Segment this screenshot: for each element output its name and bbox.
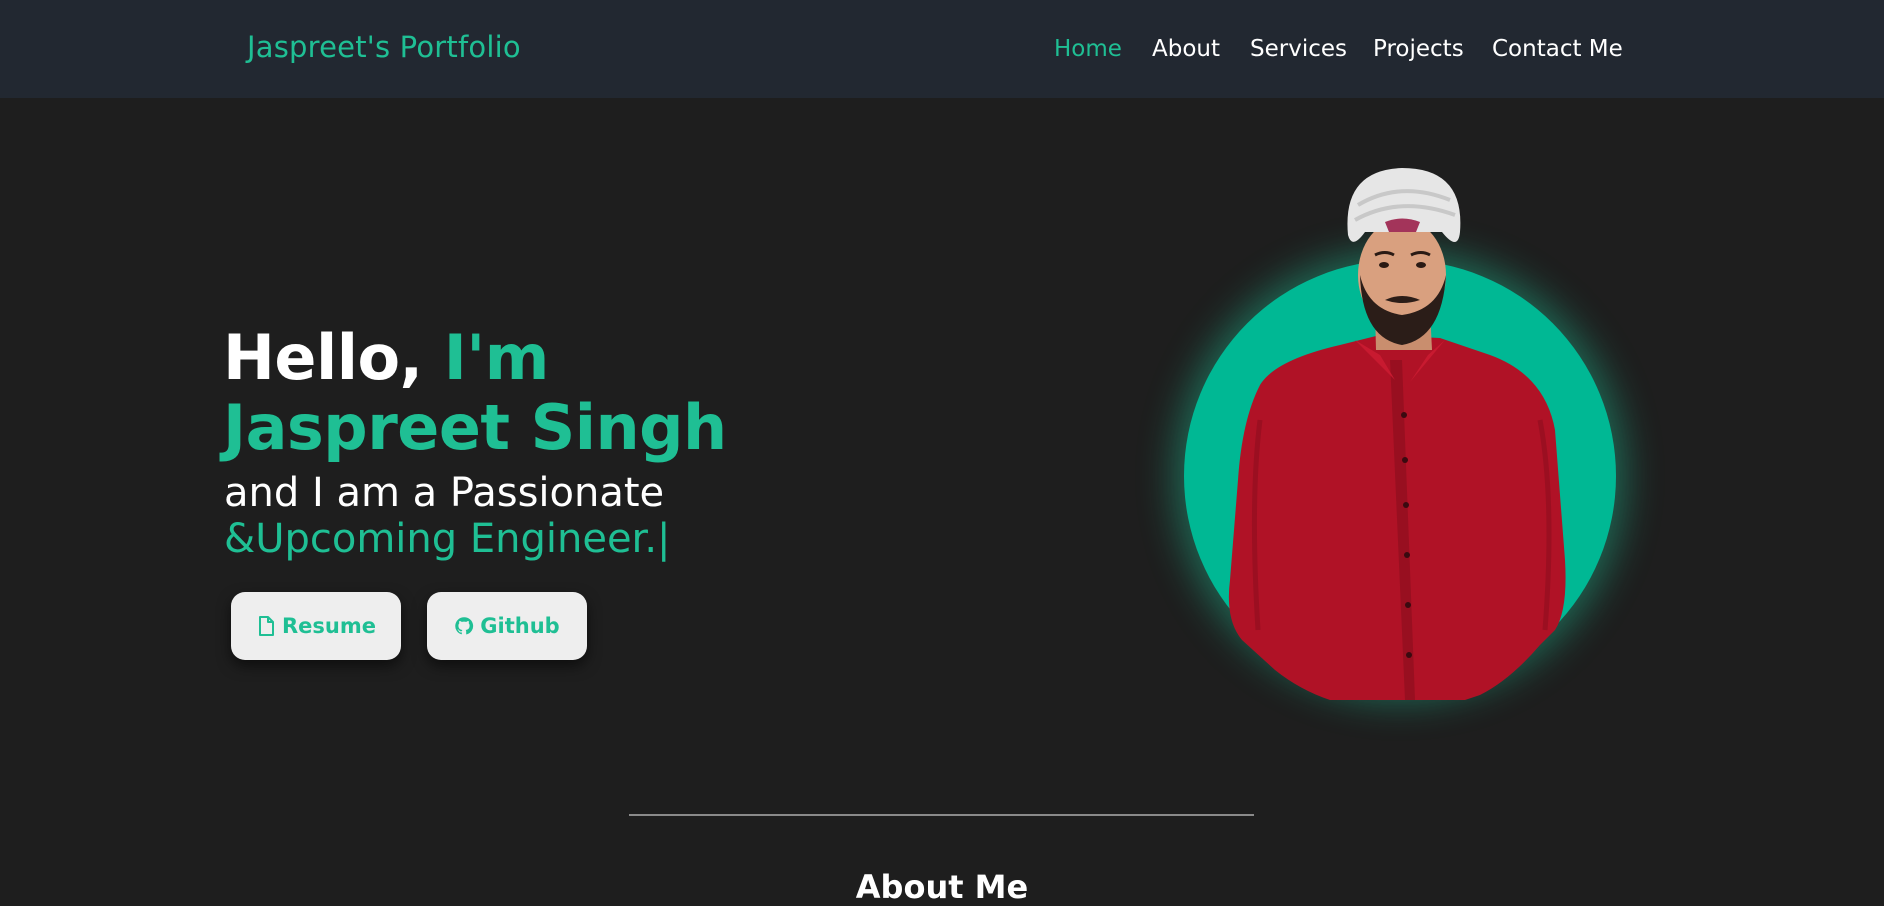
typed-text: &Upcoming Engineer. [224,516,658,562]
hero-subline: and I am a Passionate [224,470,665,516]
hero-im: I'm [443,321,550,394]
resume-button[interactable]: Resume [231,592,401,660]
section-divider [629,814,1254,816]
nav-link-services[interactable]: Services [1250,36,1347,62]
typing-cursor: | [657,516,671,562]
github-icon [455,617,474,635]
navbar: Jaspreet's Portfolio Home About Services… [0,0,1884,98]
profile-photo [1180,160,1630,720]
file-icon [259,616,274,636]
nav-link-contact[interactable]: Contact Me [1492,36,1623,62]
profile-person-illustration [1228,168,1566,700]
nav-link-about[interactable]: About [1152,36,1220,62]
hero-greeting: Hello, [223,321,423,394]
hero-name: Jaspreet Singh [223,391,727,464]
nav-link-home[interactable]: Home [1054,36,1122,62]
resume-button-label: Resume [282,614,376,638]
about-heading: About Me [855,868,1029,906]
nav-link-projects[interactable]: Projects [1373,36,1464,62]
github-button[interactable]: Github [427,592,587,660]
nav-links: Home About Services Projects Contact Me [0,36,1884,66]
hero-typed-line: &Upcoming Engineer.| [224,516,671,562]
github-button-label: Github [480,614,560,638]
hero-heading: Hello, I'm Jaspreet Singh [223,323,727,463]
